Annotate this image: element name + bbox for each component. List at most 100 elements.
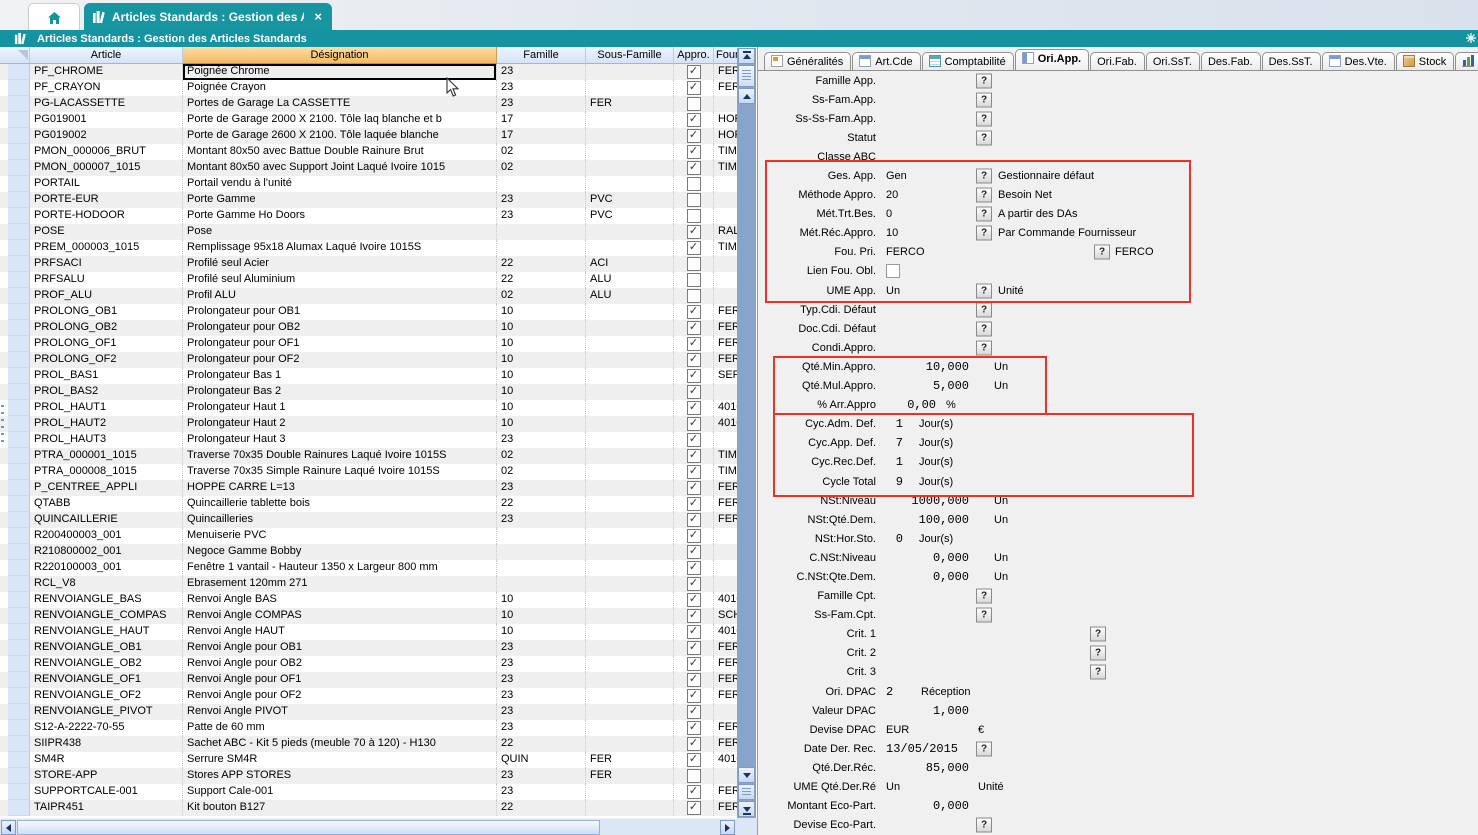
- help-button[interactable]: ?: [976, 207, 992, 222]
- cell-fournisseur[interactable]: HOR: [714, 128, 737, 144]
- table-row[interactable]: PTRA_000001_1015Traverse 70x35 Double Ra…: [0, 448, 737, 464]
- column-header-appro[interactable]: Appro.: [674, 47, 714, 64]
- cell-designation[interactable]: Prolongateur pour OF1: [183, 336, 497, 352]
- cell-sous-famille[interactable]: ALU: [586, 272, 674, 288]
- cell-sous-famille[interactable]: PVC: [586, 208, 674, 224]
- cell-designation[interactable]: Portes de Garage La CASSETTE: [183, 96, 497, 112]
- cell-article[interactable]: SM4R: [30, 752, 183, 768]
- cell-sous-famille[interactable]: [586, 528, 674, 544]
- cell-famille[interactable]: 22: [497, 272, 586, 288]
- cell-designation[interactable]: Prolongateur pour OB2: [183, 320, 497, 336]
- appro-checkbox[interactable]: ✓: [687, 337, 701, 351]
- cell-sous-famille[interactable]: [586, 480, 674, 496]
- appro-checkbox[interactable]: ✓: [687, 465, 701, 479]
- row-selector[interactable]: [8, 688, 30, 704]
- cell-article[interactable]: PTRA_000001_1015: [30, 448, 183, 464]
- cell-article[interactable]: STORE-APP: [30, 768, 183, 784]
- cell-appro[interactable]: ✓: [674, 736, 714, 752]
- cell-fournisseur[interactable]: FER: [714, 336, 737, 352]
- cell-article[interactable]: PROF_ALU: [30, 288, 183, 304]
- cell-sous-famille[interactable]: [586, 592, 674, 608]
- table-row[interactable]: SIIPR438Sachet ABC - Kit 5 pieds (meuble…: [0, 736, 737, 752]
- appro-checkbox[interactable]: [687, 97, 701, 111]
- cell-designation[interactable]: Fenêtre 1 vantail - Hauteur 1350 x Large…: [183, 560, 497, 576]
- table-row[interactable]: RENVOIANGLE_PIVOTRenvoi Angle PIVOT23✓: [0, 704, 737, 720]
- cell-famille[interactable]: 23: [497, 784, 586, 800]
- table-row[interactable]: RENVOIANGLE_OF1Renvoi Angle pour OF123✓F…: [0, 672, 737, 688]
- cell-designation[interactable]: Quincaillerie tablette bois: [183, 496, 497, 512]
- cell-famille[interactable]: 10: [497, 624, 586, 640]
- appro-checkbox[interactable]: ✓: [687, 433, 701, 447]
- scroll-left-button[interactable]: [1, 820, 16, 835]
- cell-designation[interactable]: Kit bouton B127: [183, 800, 497, 816]
- cell-article[interactable]: R200400003_001: [30, 528, 183, 544]
- field-value[interactable]: 100,000: [873, 513, 969, 527]
- cell-sous-famille[interactable]: [586, 576, 674, 592]
- table-row[interactable]: SM4RSerrure SM4RQUINFER✓4010: [0, 752, 737, 768]
- cell-fournisseur[interactable]: [714, 432, 737, 448]
- help-button[interactable]: ?: [1090, 627, 1106, 642]
- cell-famille[interactable]: 10: [497, 400, 586, 416]
- cell-designation[interactable]: Renvoi Angle pour OF1: [183, 672, 497, 688]
- appro-checkbox[interactable]: ✓: [687, 81, 701, 95]
- appro-checkbox[interactable]: ✓: [687, 353, 701, 367]
- cell-appro[interactable]: ✓: [674, 800, 714, 816]
- cell-famille[interactable]: [497, 560, 586, 576]
- cell-fournisseur[interactable]: [714, 272, 737, 288]
- field-value[interactable]: 7: [873, 436, 903, 450]
- help-button[interactable]: ?: [976, 92, 992, 107]
- table-row[interactable]: PREM_000003_1015Remplissage 95x18 Alumax…: [0, 240, 737, 256]
- cell-designation[interactable]: Porte Gamme: [183, 192, 497, 208]
- cell-sous-famille[interactable]: [586, 448, 674, 464]
- appro-checkbox[interactable]: ✓: [687, 449, 701, 463]
- cell-fournisseur[interactable]: FER: [714, 656, 737, 672]
- row-selector[interactable]: [8, 768, 30, 784]
- field-value[interactable]: Un: [886, 781, 900, 793]
- cell-famille[interactable]: [497, 544, 586, 560]
- cell-designation[interactable]: Stores APP STORES: [183, 768, 497, 784]
- cell-famille[interactable]: 10: [497, 304, 586, 320]
- horizontal-scrollbar[interactable]: [0, 818, 737, 835]
- cell-article[interactable]: PRFSACI: [30, 256, 183, 272]
- row-selector[interactable]: [8, 464, 30, 480]
- cell-appro[interactable]: [674, 288, 714, 304]
- cell-fournisseur[interactable]: TIMI: [714, 144, 737, 160]
- help-button[interactable]: ?: [976, 340, 992, 355]
- cell-fournisseur[interactable]: RAL: [714, 224, 737, 240]
- cell-fournisseur[interactable]: [714, 288, 737, 304]
- panel-tab-des-fab[interactable]: Des.Fab.: [1201, 52, 1261, 70]
- cell-article[interactable]: SIIPR438: [30, 736, 183, 752]
- help-button[interactable]: ?: [976, 130, 992, 145]
- cell-sous-famille[interactable]: [586, 400, 674, 416]
- help-button[interactable]: ?: [976, 608, 992, 623]
- cell-designation[interactable]: Profilé seul Acier: [183, 256, 497, 272]
- appro-checkbox[interactable]: ✓: [687, 385, 701, 399]
- row-selector[interactable]: [8, 432, 30, 448]
- cell-famille[interactable]: 23: [497, 704, 586, 720]
- cell-article[interactable]: S12-A-2222-70-55: [30, 720, 183, 736]
- cell-appro[interactable]: ✓: [674, 80, 714, 96]
- cell-fournisseur[interactable]: 4010: [714, 400, 737, 416]
- appro-checkbox[interactable]: ✓: [687, 561, 701, 575]
- table-row[interactable]: PROL_HAUT3Prolongateur Haut 323✓: [0, 432, 737, 448]
- appro-checkbox[interactable]: [687, 289, 701, 303]
- cell-article[interactable]: PROLONG_OB2: [30, 320, 183, 336]
- cell-famille[interactable]: 17: [497, 128, 586, 144]
- table-row[interactable]: PROL_BAS1Prolongateur Bas 110✓SEP: [0, 368, 737, 384]
- table-row[interactable]: PROLONG_OB1Prolongateur pour OB110✓FER: [0, 304, 737, 320]
- cell-designation[interactable]: Prolongateur Bas 2: [183, 384, 497, 400]
- row-selector[interactable]: [8, 224, 30, 240]
- cell-article[interactable]: PROLONG_OB1: [30, 304, 183, 320]
- cell-fournisseur[interactable]: [714, 208, 737, 224]
- panel-tab-g-n-ralit-s[interactable]: Généralités: [764, 52, 851, 70]
- cell-fournisseur[interactable]: FER: [714, 64, 737, 80]
- column-header-designation[interactable]: Désignation: [183, 47, 497, 64]
- table-row[interactable]: PG-LACASSETTEPortes de Garage La CASSETT…: [0, 96, 737, 112]
- cell-famille[interactable]: 02: [497, 160, 586, 176]
- cell-article[interactable]: PROLONG_OF1: [30, 336, 183, 352]
- appro-checkbox[interactable]: ✓: [687, 321, 701, 335]
- cell-sous-famille[interactable]: [586, 544, 674, 560]
- field-value[interactable]: 10: [886, 227, 898, 239]
- cell-famille[interactable]: QUIN: [497, 752, 586, 768]
- cell-famille[interactable]: 22: [497, 736, 586, 752]
